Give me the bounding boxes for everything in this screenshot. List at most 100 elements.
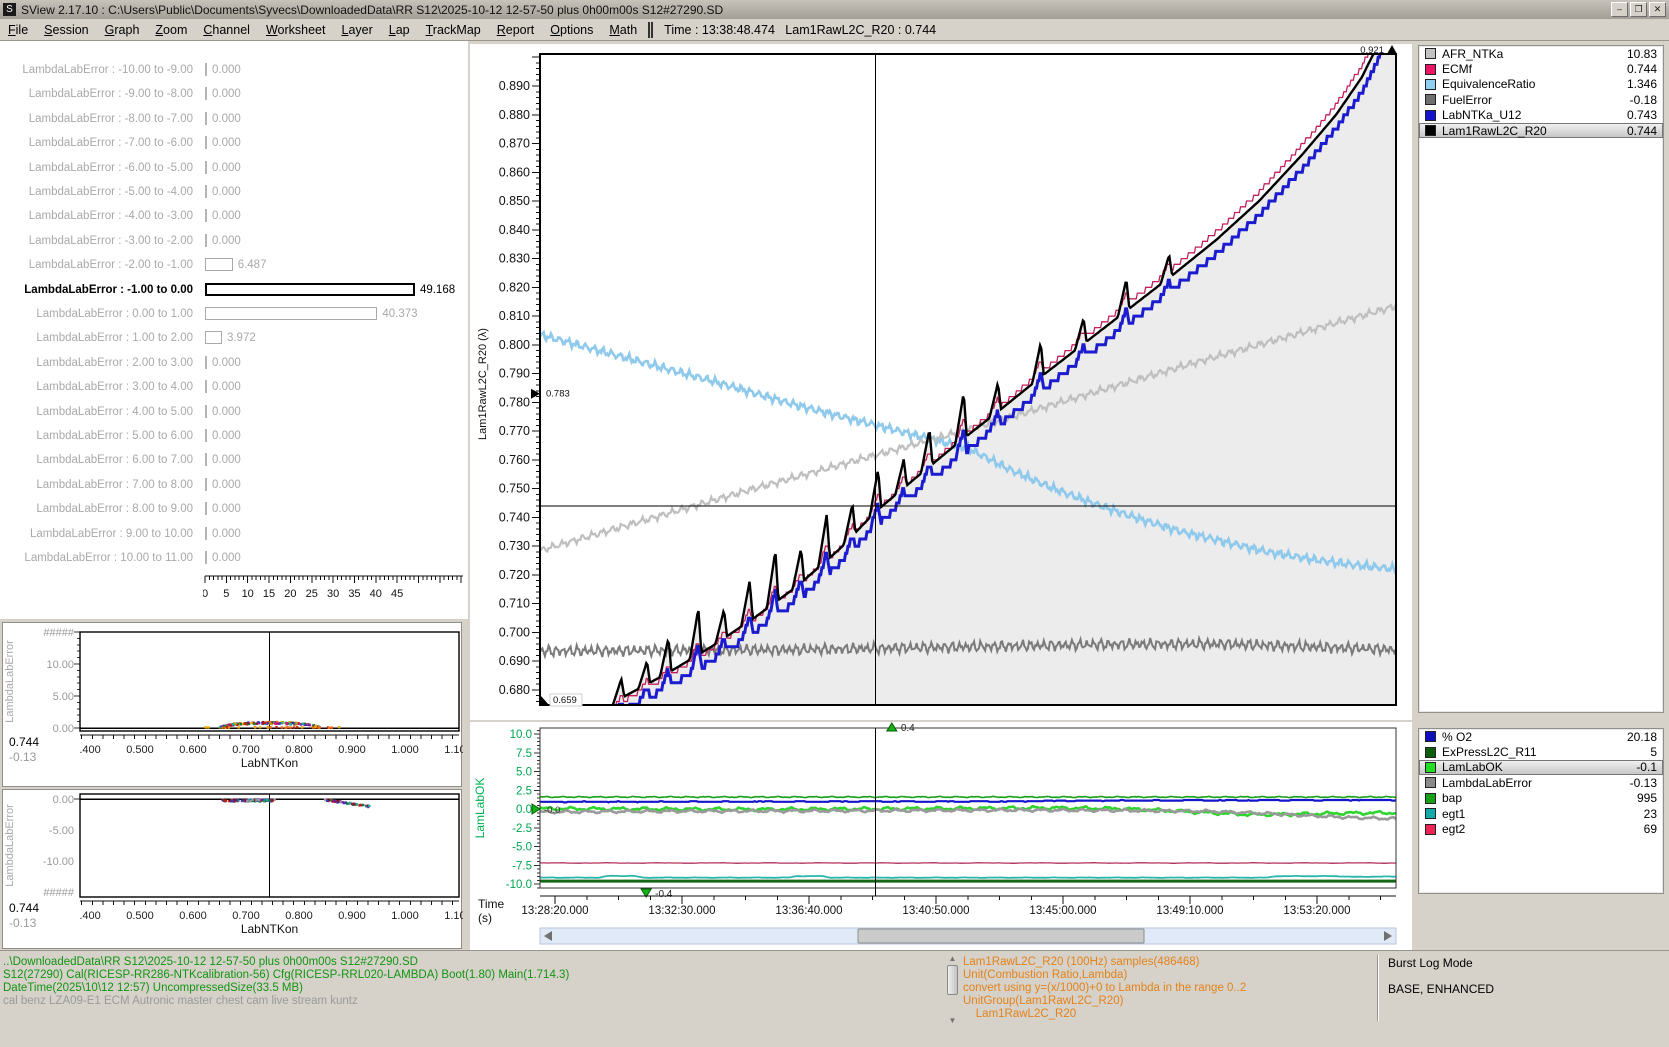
close-button[interactable]: ✕ — [1649, 2, 1666, 17]
scatter-point — [342, 801, 344, 803]
histogram-row[interactable]: LambdaLabError : -10.00 to -9.000.000 — [0, 62, 468, 78]
cursor-y-value: -0.13 — [9, 916, 37, 930]
histogram-row[interactable]: LambdaLabError : -8.00 to -7.000.000 — [0, 111, 468, 127]
histogram-row[interactable]: LambdaLabError : -2.00 to -1.006.487 — [0, 257, 468, 273]
histogram-zero-tick — [205, 161, 207, 174]
y-tick-label: 10.0 — [510, 729, 532, 741]
menu-item-file[interactable]: File — [0, 21, 36, 39]
maximize-button[interactable]: ❐ — [1630, 2, 1647, 17]
histogram-row[interactable]: LambdaLabError : -4.00 to -3.000.000 — [0, 208, 468, 224]
histogram-row-label: LambdaLabError : 2.00 to 3.00 — [36, 355, 193, 371]
channel-row-bap[interactable]: bap995 — [1419, 791, 1663, 806]
channel-name: FuelError — [1442, 93, 1630, 107]
channel-row-egt2[interactable]: egt269 — [1419, 821, 1663, 836]
y-tick-label: 0.740 — [499, 510, 530, 524]
cursor-left-marker-icon — [531, 389, 540, 399]
menu-item-layer[interactable]: Layer — [333, 21, 380, 39]
title-bar[interactable]: S SView 2.17.10 : C:\Users\Public\Docume… — [0, 0, 1669, 19]
max-marker-value: 0.4 — [901, 723, 915, 734]
histogram-row[interactable]: LambdaLabError : 7.00 to 8.000.000 — [0, 477, 468, 493]
scroll-up-icon[interactable]: ▲ — [946, 954, 959, 964]
histogram-row[interactable]: LambdaLabError : 2.00 to 3.000.000 — [0, 355, 468, 371]
histogram-row[interactable]: LambdaLabError : -7.00 to -6.000.000 — [0, 135, 468, 151]
histogram-row[interactable]: LambdaLabError : 9.00 to 10.000.000 — [0, 526, 468, 542]
menu-item-channel[interactable]: Channel — [195, 21, 258, 39]
main-lambda-chart-panel[interactable]: 0.8900.8800.8700.8600.8500.8400.8300.820… — [470, 44, 1412, 720]
channel-row-expressl2c-r11[interactable]: ExPressL2C_R115 — [1419, 744, 1663, 759]
channel-row-equivalenceratio[interactable]: EquivalenceRatio1.346 — [1419, 77, 1663, 92]
menu-item-graph[interactable]: Graph — [97, 21, 148, 39]
histogram-row[interactable]: LambdaLabError : 1.00 to 2.003.972 — [0, 330, 468, 346]
histogram-row[interactable]: LambdaLabError : 0.00 to 1.0040.373 — [0, 306, 468, 322]
channel-color-swatch — [1425, 110, 1436, 121]
menu-item-lap[interactable]: Lap — [381, 21, 418, 39]
histogram-row-label: LambdaLabError : 0.00 to 1.00 — [36, 306, 193, 322]
histogram-row[interactable]: LambdaLabError : 4.00 to 5.000.000 — [0, 404, 468, 420]
histogram-zero-tick — [205, 429, 207, 442]
x-axis-title-unit: (s) — [478, 911, 492, 925]
scatter-point — [240, 723, 242, 725]
channel-row-labntka-u12[interactable]: LabNTKa_U120.743 — [1419, 108, 1663, 123]
channel-value: 20.18 — [1627, 730, 1657, 744]
y-tick-label: 0.880 — [499, 108, 530, 122]
channel-row--o2[interactable]: % O220.18 — [1419, 729, 1663, 744]
histogram-row[interactable]: LambdaLabError : -6.00 to -5.000.000 — [0, 160, 468, 176]
timeseries-panel[interactable]: 10.07.55.02.50.0-2.5-5.0-7.5-10.0LamLabO… — [470, 722, 1412, 950]
x-tick-label: 1.100 — [444, 910, 463, 922]
histogram-row[interactable]: LambdaLabError : 8.00 to 9.000.000 — [0, 501, 468, 517]
channel-row-lambdalaberror[interactable]: LambdaLabError-0.13 — [1419, 775, 1663, 790]
histogram-row[interactable]: LambdaLabError : 6.00 to 7.000.000 — [0, 452, 468, 468]
scatter-point — [244, 722, 246, 724]
menu-item-math[interactable]: Math — [601, 21, 645, 39]
channel-value: 0.744 — [1627, 124, 1657, 138]
x-tick-label: 0.800 — [285, 910, 313, 922]
histogram-row[interactable]: LambdaLabError : 5.00 to 6.000.000 — [0, 428, 468, 444]
histogram-row-label: LambdaLabError : -3.00 to -2.00 — [29, 233, 193, 249]
lambda-error-histogram-panel[interactable]: LambdaLabError : -10.00 to -9.000.000 Lam… — [0, 41, 468, 619]
channel-row-lamlabok[interactable]: LamLabOK-0.1 — [1419, 760, 1663, 775]
time-tick-label: 13:28:20.000 — [521, 905, 588, 917]
channel-row-ecmf[interactable]: ECMf0.744 — [1419, 61, 1663, 76]
scrollbar-thumb[interactable] — [947, 965, 958, 995]
menu-item-trackmap[interactable]: TrackMap — [418, 21, 489, 39]
histogram-value: 49.168 — [420, 282, 455, 298]
time-tick-label: 13:53:20.000 — [1283, 905, 1350, 917]
axis-tick-label: 30 — [327, 588, 339, 600]
scatter-point — [234, 799, 236, 801]
histogram-bar — [205, 258, 233, 271]
channel-row-lam1rawl2c-r20[interactable]: Lam1RawL2C_R200.744 — [1419, 123, 1663, 138]
y-tick-label: -10.0 — [506, 879, 532, 891]
cursor-left-marker-value: -0.0 — [544, 805, 560, 816]
histogram-row[interactable]: LambdaLabError : -5.00 to -4.000.000 — [0, 184, 468, 200]
scroll-down-icon[interactable]: ▼ — [946, 1016, 959, 1026]
channel-row-fuelerror[interactable]: FuelError-0.18 — [1419, 92, 1663, 107]
channel-row-egt1[interactable]: egt123 — [1419, 806, 1663, 821]
channel-row-afr-ntka[interactable]: AFR_NTKa10.83 — [1419, 46, 1663, 61]
histogram-row[interactable]: LambdaLabError : 3.00 to 4.000.000 — [0, 379, 468, 395]
histogram-row[interactable]: LambdaLabError : -9.00 to -8.000.000 — [0, 86, 468, 102]
y-axis-title: LambdaLabError — [4, 804, 16, 887]
scatter-upper-panel[interactable]: #####10.005.000.00LambdaLabError0.4000.5… — [2, 622, 462, 787]
status-scrollbar[interactable]: ▲ ▼ — [946, 954, 959, 1026]
time-scrollbar-thumb[interactable] — [858, 929, 1144, 943]
menu-item-worksheet[interactable]: Worksheet — [258, 21, 334, 39]
status-file-line: DateTime(2025\10\12 12:57) UncompressedS… — [3, 982, 303, 994]
scatter-lower-panel[interactable]: 0.00-5.00-10.00#####LambdaLabError0.4000… — [2, 789, 462, 949]
menu-item-report[interactable]: Report — [489, 21, 543, 39]
status-channel-info-line: UnitGroup(Lam1RawL2C_R20) — [963, 995, 1123, 1007]
histogram-row[interactable]: LambdaLabError : 10.00 to 11.000.000 — [0, 550, 468, 566]
status-divider — [1377, 955, 1379, 1021]
menu-item-session[interactable]: Session — [36, 21, 96, 39]
scatter-point — [246, 800, 248, 802]
timeseries-chart: 10.07.55.02.50.0-2.5-5.0-7.5-10.0LamLabO… — [470, 722, 1412, 950]
histogram-value: 0.000 — [212, 550, 241, 566]
minimize-button[interactable]: – — [1611, 2, 1628, 17]
axis-tick-label: 35 — [348, 588, 360, 600]
histogram-value: 0.000 — [212, 62, 241, 78]
menu-item-zoom[interactable]: Zoom — [147, 21, 195, 39]
histogram-row[interactable]: LambdaLabError : -1.00 to 0.0049.168 — [0, 282, 468, 298]
histogram-row[interactable]: LambdaLabError : -3.00 to -2.000.000 — [0, 233, 468, 249]
histogram-row-label: LambdaLabError : 9.00 to 10.00 — [30, 526, 193, 542]
channel-name: LabNTKa_U12 — [1442, 108, 1627, 122]
menu-item-options[interactable]: Options — [542, 21, 601, 39]
